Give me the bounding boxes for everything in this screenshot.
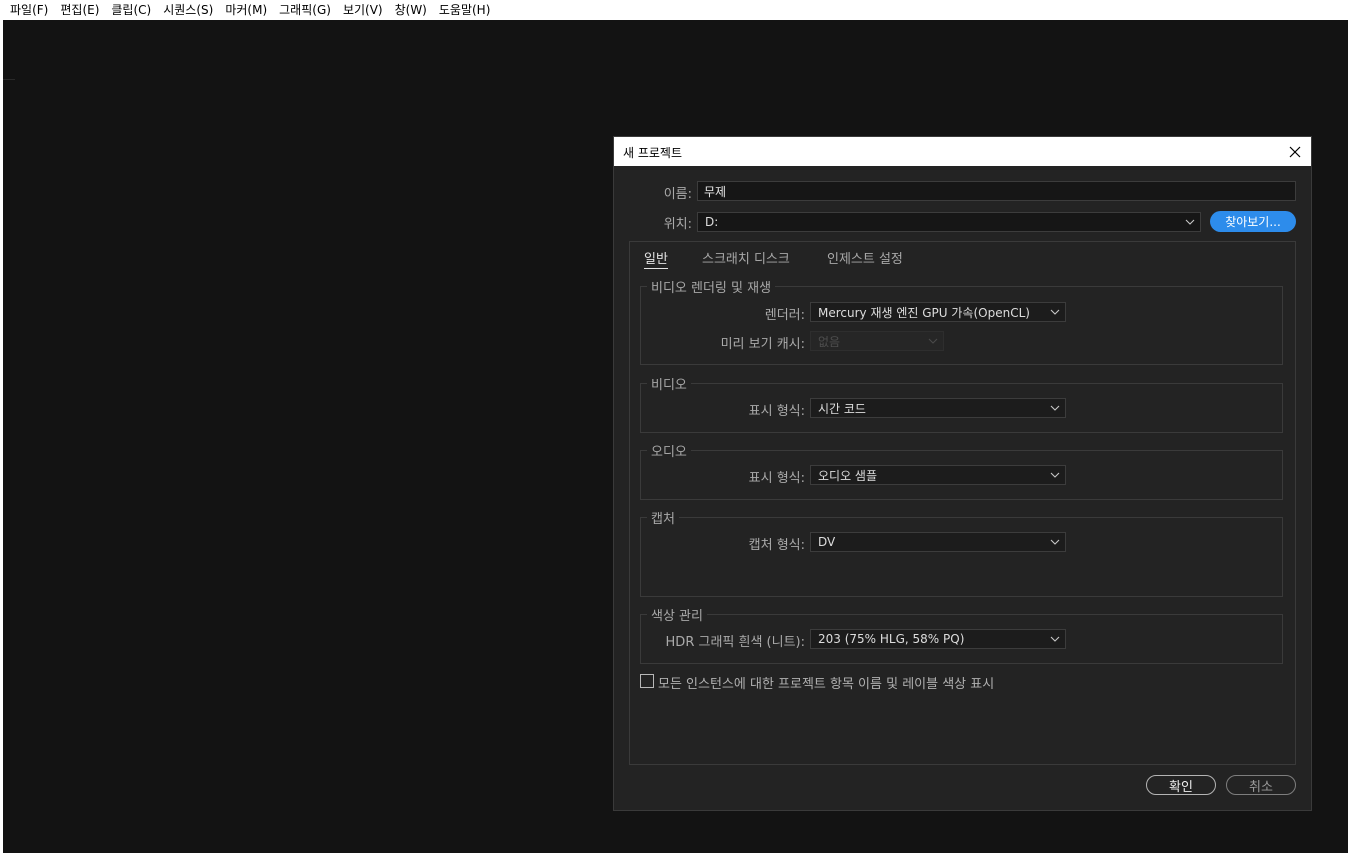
tab-scratch-disks[interactable]: 스크래치 디스크 xyxy=(702,248,790,267)
preview-cache-value: 없음 xyxy=(818,334,841,349)
menu-graphics[interactable]: 그래픽(G) xyxy=(273,0,337,20)
location-label: 위치: xyxy=(663,217,692,232)
menu-help[interactable]: 도움말(H) xyxy=(433,0,497,20)
group-video-rendering: 비디오 렌더링 및 재생 렌더러: Mercury 재생 엔진 GPU 가속(O… xyxy=(640,277,1283,365)
menu-file[interactable]: 파일(F) xyxy=(4,0,54,20)
show-label-color-checkbox[interactable] xyxy=(640,674,654,688)
group-capture-title: 캡처 xyxy=(647,508,679,527)
menu-view[interactable]: 보기(V) xyxy=(337,0,389,20)
video-display-format-select[interactable]: 시간 코드 xyxy=(810,398,1066,418)
menu-marker[interactable]: 마커(M) xyxy=(219,0,273,20)
hdr-white-label: HDR 그래픽 흰색 (니트): xyxy=(665,635,805,650)
group-capture: 캡처 캡처 형식: DV xyxy=(640,508,1283,597)
chevron-down-icon xyxy=(1050,472,1060,478)
group-video-rendering-title: 비디오 렌더링 및 재생 xyxy=(647,277,776,296)
location-select[interactable]: D: xyxy=(697,212,1201,232)
name-input[interactable]: 무제 xyxy=(697,181,1296,201)
chevron-down-icon xyxy=(1185,219,1195,225)
group-video-title: 비디오 xyxy=(647,374,691,393)
close-icon[interactable] xyxy=(1285,142,1305,162)
settings-panel: 일반 스크래치 디스크 인제스트 설정 비디오 렌더링 및 재생 렌더러: Me… xyxy=(629,241,1296,765)
group-color-management-title: 색상 관리 xyxy=(647,605,707,624)
dialog-title: 새 프로젝트 xyxy=(623,146,683,160)
hdr-white-value: 203 (75% HLG, 58% PQ) xyxy=(818,632,965,646)
menu-edit[interactable]: 편집(E) xyxy=(54,0,105,20)
renderer-select[interactable]: Mercury 재생 엔진 GPU 가속(OpenCL) xyxy=(810,302,1066,322)
capture-format-select[interactable]: DV xyxy=(810,532,1066,552)
chevron-down-icon xyxy=(1050,405,1060,411)
name-label: 이름: xyxy=(663,187,692,202)
chevron-down-icon xyxy=(1050,309,1060,315)
workspace-divider xyxy=(3,79,15,80)
ok-button[interactable]: 확인 xyxy=(1146,775,1216,795)
preview-cache-select: 없음 xyxy=(810,331,944,351)
menu-window[interactable]: 창(W) xyxy=(389,0,433,20)
browse-button[interactable]: 찾아보기... xyxy=(1210,211,1296,232)
group-video: 비디오 표시 형식: 시간 코드 xyxy=(640,374,1283,433)
show-label-color-checkbox-label[interactable]: 모든 인스턴스에 대한 프로젝트 항목 이름 및 레이블 색상 표시 xyxy=(658,673,994,692)
new-project-dialog: 새 프로젝트 이름: 무제 위치: D: 찾아보기... 일반 스크래치 디스크… xyxy=(613,136,1312,811)
cancel-button[interactable]: 취소 xyxy=(1226,775,1296,795)
video-display-format-label: 표시 형식: xyxy=(748,404,805,419)
audio-display-format-label: 표시 형식: xyxy=(748,471,805,486)
video-display-format-value: 시간 코드 xyxy=(818,401,866,416)
group-audio-title: 오디오 xyxy=(647,441,691,460)
name-input-value: 무제 xyxy=(704,184,727,199)
group-color-management: 색상 관리 HDR 그래픽 흰색 (니트): 203 (75% HLG, 58%… xyxy=(640,605,1283,664)
tab-ingest-settings[interactable]: 인제스트 설정 xyxy=(827,248,903,267)
dialog-titlebar[interactable]: 새 프로젝트 xyxy=(614,137,1311,166)
menu-sequence[interactable]: 시퀀스(S) xyxy=(157,0,219,20)
renderer-label: 렌더러: xyxy=(764,308,805,323)
audio-display-format-select[interactable]: 오디오 샘플 xyxy=(810,465,1066,485)
audio-display-format-value: 오디오 샘플 xyxy=(818,468,878,483)
hdr-white-select[interactable]: 203 (75% HLG, 58% PQ) xyxy=(810,629,1066,649)
group-audio: 오디오 표시 형식: 오디오 샘플 xyxy=(640,441,1283,500)
preview-cache-label: 미리 보기 캐시: xyxy=(720,337,805,352)
chevron-down-icon xyxy=(928,338,938,344)
capture-format-label: 캡처 형식: xyxy=(748,538,805,553)
chevron-down-icon xyxy=(1050,636,1060,642)
menu-clip[interactable]: 클립(C) xyxy=(105,0,157,20)
location-value: D: xyxy=(705,215,719,229)
renderer-value: Mercury 재생 엔진 GPU 가속(OpenCL) xyxy=(818,305,1030,320)
chevron-down-icon xyxy=(1050,539,1060,545)
menu-bar: 파일(F) 편집(E) 클립(C) 시퀀스(S) 마커(M) 그래픽(G) 보기… xyxy=(0,0,1350,20)
tab-general[interactable]: 일반 xyxy=(644,248,668,269)
capture-format-value: DV xyxy=(818,535,836,549)
